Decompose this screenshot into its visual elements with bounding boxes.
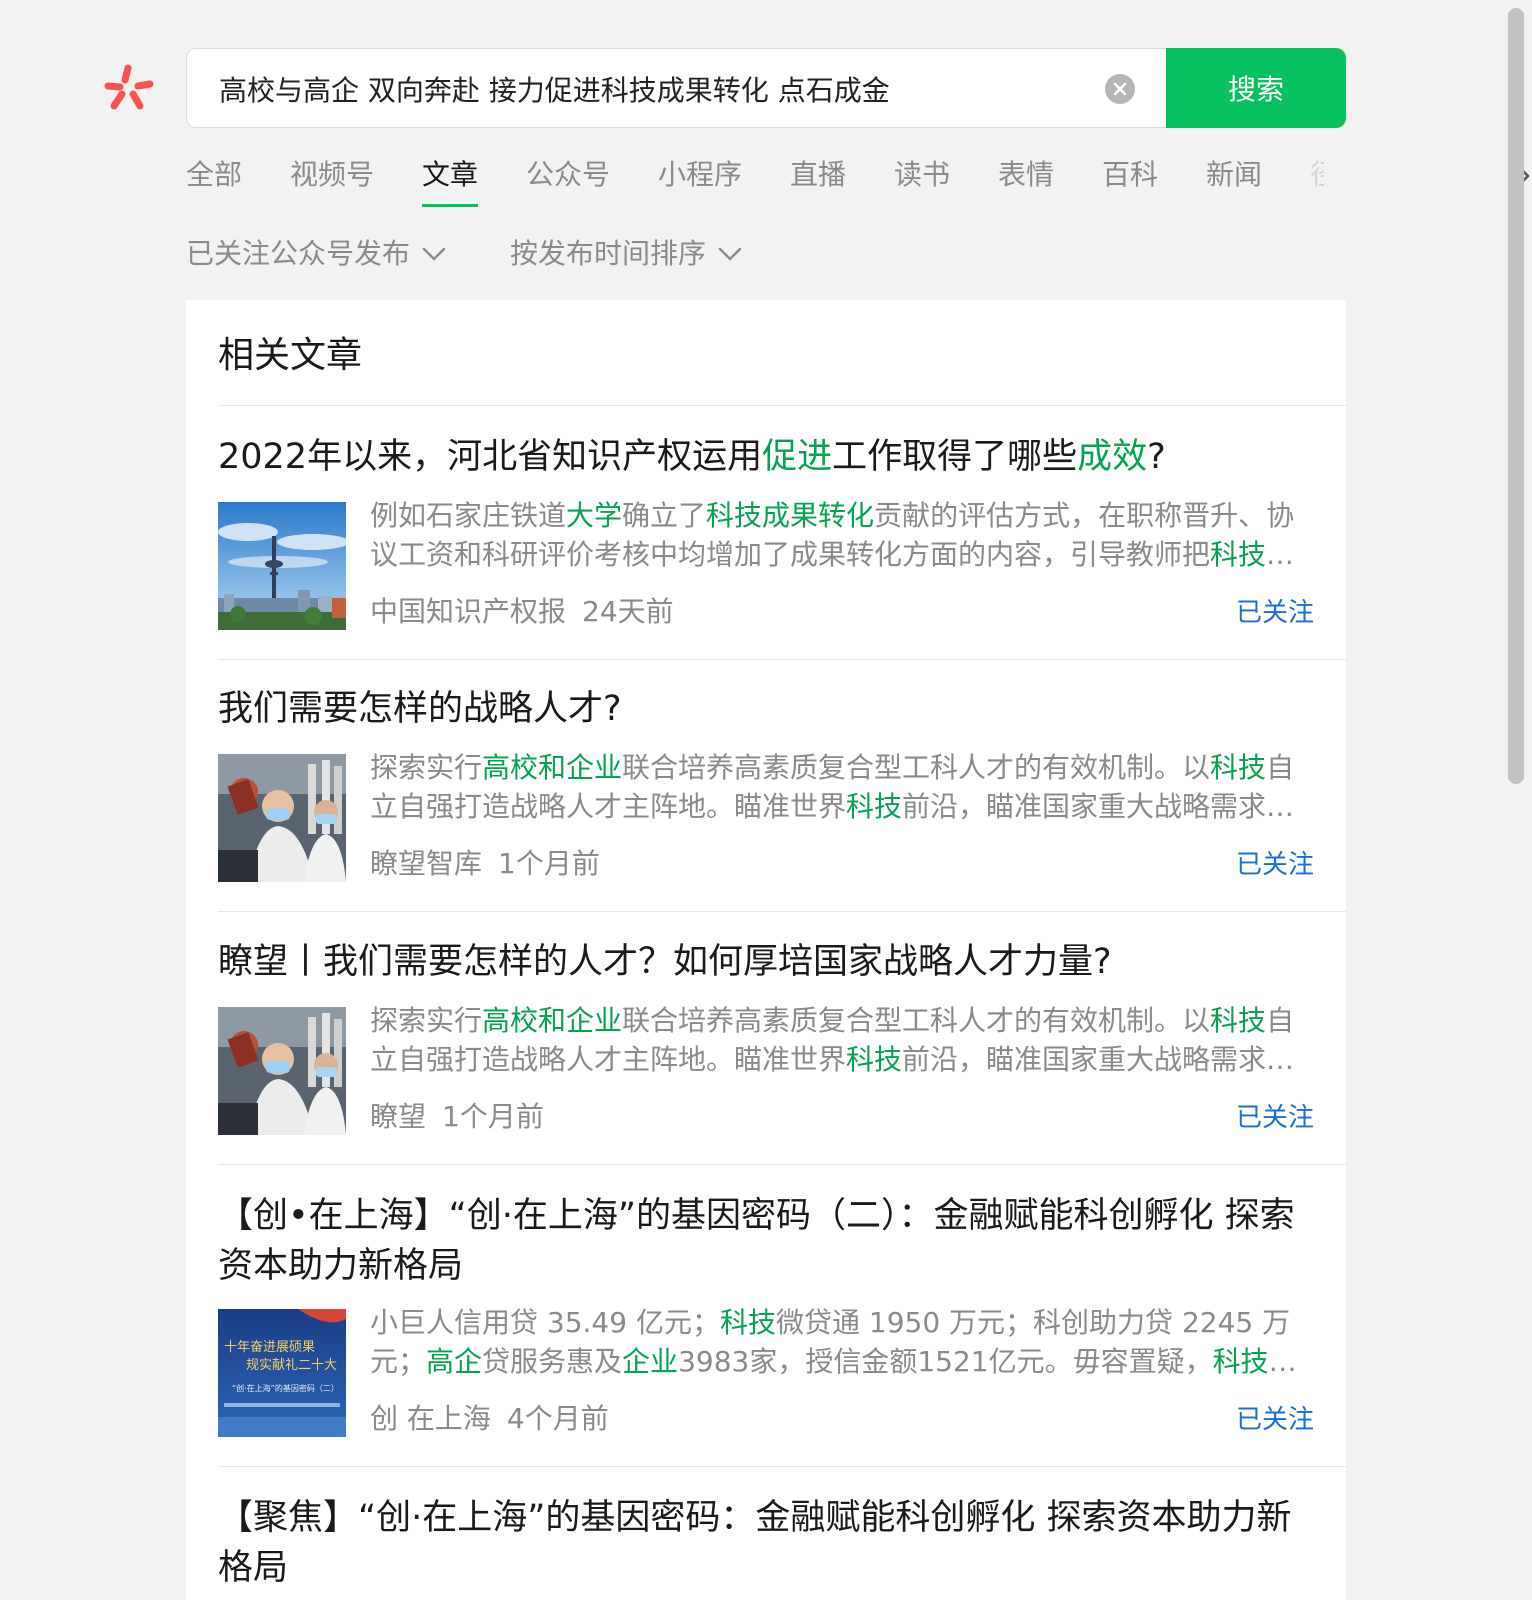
article-snippet: 探索实行高校和企业联合培养高素质复合型工科人才的有效机制。以科技自立自强打造战略… — [370, 1004, 1295, 1076]
article-title[interactable]: 我们需要怎样的战略人才? — [218, 684, 1308, 734]
tab-live[interactable]: 直播 — [790, 150, 846, 200]
article-thumbnail-tv-tower[interactable] — [218, 502, 346, 630]
wechat-search-logo-icon — [100, 60, 160, 116]
article-time: 1个月前 — [442, 1100, 544, 1133]
section-title: 相关文章 — [218, 335, 363, 376]
divider — [218, 911, 1346, 912]
divider — [218, 1466, 1346, 1467]
divider — [218, 405, 1346, 406]
article-source[interactable]: 创 在上海 — [370, 1402, 491, 1435]
svg-text:“创·在上海”的基因密码（二）: “创·在上海”的基因密码（二） — [232, 1383, 339, 1393]
tab-encyclopedia[interactable]: 百科 — [1102, 150, 1158, 200]
tab-all[interactable]: 全部 — [186, 150, 242, 200]
article-item[interactable]: 【聚焦】“创·在上海”的基因密码：金融赋能科创孵化 探索资本助力新格局 — [218, 1493, 1346, 1593]
divider — [218, 659, 1346, 660]
sort-dropdown[interactable]: 按发布时间排序 — [510, 234, 744, 274]
article-title[interactable]: 【创•在上海】“创·在上海”的基因密码（二）：金融赋能科创孵化 探索资本助力新格… — [218, 1191, 1308, 1291]
article-time: 1个月前 — [498, 847, 600, 880]
chevron-down-icon — [422, 247, 446, 261]
followed-badge: 已关注 — [1235, 1405, 1314, 1435]
page-scrollbar[interactable] — [1508, 8, 1524, 784]
tab-mini-programs[interactable]: 小程序 — [658, 150, 742, 200]
tab-channels[interactable]: 视频号 — [290, 150, 374, 200]
tab-overflow-partial[interactable]: 径 — [1310, 150, 1324, 200]
article-thumbnail-poster[interactable]: 十年奋进展硕果 规实献礼二十大 “创·在上海”的基因密码（二） — [218, 1309, 346, 1437]
article-title[interactable]: 2022年以来，河北省知识产权运用促进工作取得了哪些成效? — [218, 432, 1308, 482]
source-filter-label: 已关注公众号发布 — [186, 237, 411, 270]
tab-stickers[interactable]: 表情 — [998, 150, 1054, 200]
results-card: 相关文章 2022年以来，河北省知识产权运用促进工作取得了哪些成效? 例如石家庄… — [186, 300, 1346, 1600]
article-time: 4个月前 — [506, 1402, 609, 1435]
article-thumbnail-researchers[interactable] — [218, 754, 346, 882]
article-source[interactable]: 中国知识产权报 — [370, 595, 566, 628]
article-source[interactable]: 瞭望智库 — [370, 847, 482, 880]
article-meta: 创 在上海 4个月前 — [370, 1397, 609, 1437]
divider — [218, 1164, 1346, 1165]
followed-badge: 已关注 — [1235, 850, 1314, 880]
sort-label: 按发布时间排序 — [510, 237, 707, 270]
followed-badge: 已关注 — [1235, 598, 1314, 628]
article-time: 24天前 — [582, 595, 674, 628]
article-item[interactable]: 瞭望丨我们需要怎样的人才？如何厚培国家战略人才力量? 探索实行高校和企业联合培养… — [218, 937, 1346, 1135]
article-item[interactable]: 【创•在上海】“创·在上海”的基因密码（二）：金融赋能科创孵化 探索资本助力新格… — [218, 1191, 1346, 1437]
article-snippet: 例如石家庄铁道大学确立了科技成果转化贡献的评估方式，在职称晋升、协议工资和科研评… — [370, 499, 1295, 571]
article-item[interactable]: 我们需要怎样的战略人才? 探索实行高校和企业联合培养高素质复合型工科人才的有效机… — [218, 684, 1346, 882]
clear-search-button[interactable] — [1105, 74, 1135, 104]
tab-news[interactable]: 新闻 — [1206, 150, 1262, 200]
article-snippet: 小巨人信用贷 35.49 亿元；科技微贷通 1950 万元；科创助力贷 2245… — [370, 1306, 1297, 1378]
article-item[interactable]: 2022年以来，河北省知识产权运用促进工作取得了哪些成效? 例如石家庄铁道大学确… — [218, 432, 1346, 630]
svg-text:规实献礼二十大: 规实献礼二十大 — [246, 1357, 337, 1373]
tab-books[interactable]: 读书 — [894, 150, 950, 200]
search-query-text: 高校与高企 双向奔赴 接力促进科技成果转化 点石成金 — [219, 74, 890, 107]
tab-articles[interactable]: 文章 — [422, 150, 479, 207]
svg-text:十年奋进展硕果: 十年奋进展硕果 — [224, 1340, 315, 1355]
article-meta: 瞭望智库 1个月前 — [370, 842, 600, 882]
article-source[interactable]: 瞭望 — [370, 1100, 426, 1133]
followed-badge: 已关注 — [1235, 1103, 1314, 1133]
tab-official-accounts[interactable]: 公众号 — [526, 150, 610, 200]
close-icon — [1113, 82, 1127, 96]
article-title[interactable]: 【聚焦】“创·在上海”的基因密码：金融赋能科创孵化 探索资本助力新格局 — [218, 1493, 1308, 1593]
article-meta: 瞭望 1个月前 — [370, 1095, 544, 1135]
search-input[interactable]: 高校与高企 双向奔赴 接力促进科技成果转化 点石成金 — [186, 48, 1166, 128]
category-tabs: 全部 视频号 文章 公众号 小程序 直播 读书 表情 百科 新闻 径 — [186, 150, 1530, 214]
source-filter-dropdown[interactable]: 已关注公众号发布 — [186, 234, 448, 274]
search-button[interactable]: 搜索 — [1166, 48, 1346, 128]
article-title[interactable]: 瞭望丨我们需要怎样的人才？如何厚培国家战略人才力量? — [218, 937, 1308, 987]
article-thumbnail-researchers[interactable] — [218, 1007, 346, 1135]
article-meta: 中国知识产权报 24天前 — [370, 590, 674, 630]
chevron-down-icon — [718, 247, 742, 261]
article-snippet: 探索实行高校和企业联合培养高素质复合型工科人才的有效机制。以科技自立自强打造战略… — [370, 751, 1295, 823]
